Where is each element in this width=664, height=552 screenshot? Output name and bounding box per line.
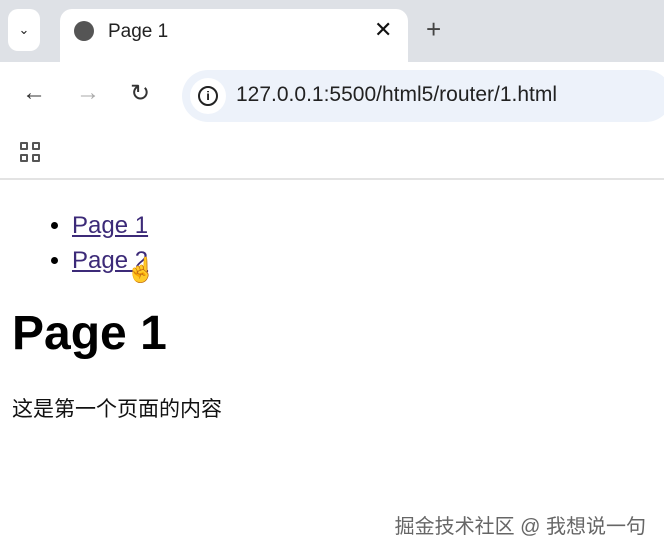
close-icon[interactable]: ✕ [374,17,392,43]
site-info-icon[interactable]: i [190,78,226,114]
page-paragraph: 这是第一个页面的内容 [12,398,222,421]
tab-strip: ⌄ Page 1 ✕ + [0,0,664,62]
back-icon[interactable]: ← [22,79,46,107]
page-heading: Page 1 [12,307,167,360]
tab-search-button[interactable]: ⌄ [8,9,40,51]
address-bar[interactable]: i 127.0.0.1:5500/html5/router/1.html [182,70,664,122]
list-item: Page 2 [72,243,652,278]
watermark: 掘金技术社区 @ 我想说一句 [394,516,646,538]
page-content: Page 1 Page 2 Page 1 这是第一个页面的内容 [12,182,652,423]
reload-icon[interactable]: ↻ [130,79,150,108]
globe-icon [74,21,94,41]
forward-icon[interactable]: → [76,79,100,107]
toolbar: ← → ↻ i 127.0.0.1:5500/html5/router/1.ht… [0,62,664,128]
tab-title: Page 1 [108,21,169,42]
link-page-1[interactable]: Page 1 [72,212,148,239]
apps-grid-icon[interactable] [20,142,40,162]
hand-cursor-icon: ☝ [126,257,156,284]
tab-page-1[interactable]: Page 1 ✕ [60,9,408,62]
nav-list: Page 1 Page 2 [12,208,652,278]
bookmarks-bar [0,128,664,180]
list-item: Page 1 [72,208,652,243]
new-tab-button[interactable]: + [426,14,441,45]
url-text[interactable]: 127.0.0.1:5500/html5/router/1.html [236,83,557,107]
chevron-down-icon: ⌄ [18,22,30,37]
